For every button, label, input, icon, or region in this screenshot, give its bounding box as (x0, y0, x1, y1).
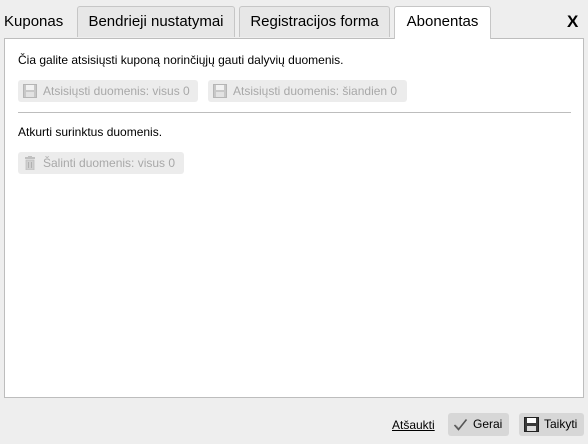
download-all-button[interactable]: Atsisiųsti duomenis: visus 0 (18, 80, 198, 102)
delete-all-button[interactable]: Šalinti duomenis: visus 0 (18, 152, 184, 174)
apply-label: Taikyti (544, 417, 578, 431)
tab-panel-subscriber: Čia galite atsisiųsti kuponą norinčiųjų … (4, 38, 584, 398)
download-description: Čia galite atsisiųsti kuponą norinčiųjų … (18, 53, 344, 67)
floppy-disk-icon (524, 417, 539, 432)
ok-label: Gerai (473, 417, 503, 431)
dialog-title: Kuponas (4, 13, 64, 30)
cancel-link[interactable]: Atšaukti (392, 418, 435, 432)
tab-subscriber[interactable]: Abonentas (394, 6, 491, 39)
download-today-button[interactable]: Atsisiųsti duomenis: šiandien 0 (208, 80, 407, 102)
download-all-label: Atsisiųsti duomenis: visus 0 (43, 84, 190, 98)
apply-button[interactable]: Taikyti (519, 413, 584, 436)
ok-button[interactable]: Gerai (448, 413, 509, 436)
download-today-label: Atsisiųsti duomenis: šiandien 0 (233, 84, 398, 98)
floppy-disk-icon (23, 84, 37, 98)
trash-icon (25, 156, 35, 170)
checkmark-icon (453, 419, 468, 431)
section-divider (18, 112, 571, 113)
tab-general-settings[interactable]: Bendrieji nustatymai (77, 6, 235, 37)
floppy-disk-icon (213, 84, 227, 98)
reset-description: Atkurti surinktus duomenis. (18, 125, 163, 139)
delete-all-label: Šalinti duomenis: visus 0 (43, 156, 176, 170)
close-button[interactable]: X (567, 12, 578, 32)
tab-registration-form[interactable]: Registracijos forma (239, 6, 390, 37)
